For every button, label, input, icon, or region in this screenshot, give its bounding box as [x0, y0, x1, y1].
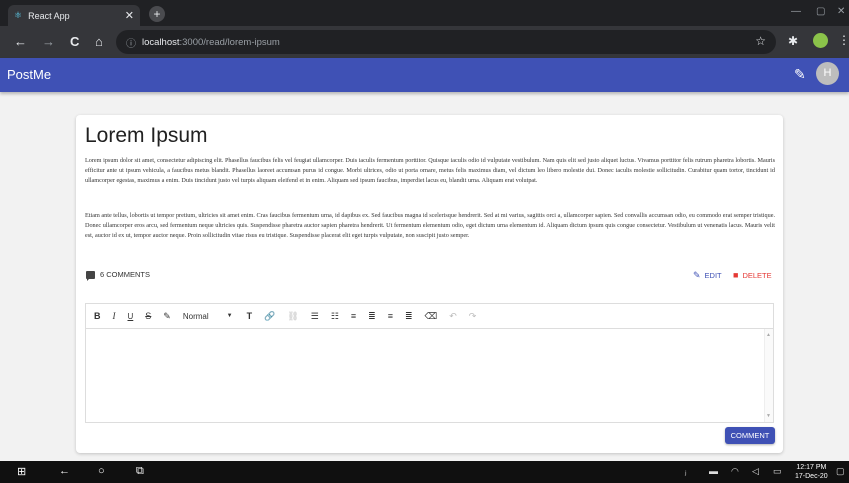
- maximize-icon[interactable]: ▢: [816, 6, 825, 17]
- notifications-icon[interactable]: ▢: [836, 466, 845, 477]
- people-icon[interactable]: ⱼ: [685, 466, 687, 477]
- browser-tab[interactable]: ⚛ React App ✕: [8, 5, 140, 26]
- comments-count-button[interactable]: 6 COMMENTS: [86, 270, 151, 281]
- text-color-icon[interactable]: ✎: [163, 311, 171, 322]
- post-title: Lorem Ipsum: [85, 124, 208, 147]
- scroll-up-icon[interactable]: ▲: [766, 332, 771, 338]
- trash-icon: ■: [733, 270, 739, 280]
- strikethrough-button[interactable]: S: [145, 311, 151, 321]
- block-format-value: Normal: [182, 311, 209, 321]
- edit-label: EDIT: [704, 271, 722, 280]
- react-logo-icon: ⚛: [14, 10, 23, 20]
- ordered-list-icon[interactable]: ☰: [311, 311, 319, 322]
- link-icon[interactable]: 🔗: [264, 311, 275, 322]
- chevron-down-icon: ▼: [226, 313, 233, 319]
- post-paragraph: Lorem ipsum dolor sit amet, consectetur …: [85, 157, 775, 184]
- align-left-icon[interactable]: ≡: [351, 311, 356, 321]
- create-post-pencil-icon[interactable]: ✎: [794, 66, 806, 83]
- back-icon[interactable]: ←: [14, 34, 27, 50]
- post-card: Lorem Ipsum Lorem ipsum dolor sit amet, …: [76, 115, 783, 453]
- window-close-icon[interactable]: ✕: [837, 6, 845, 17]
- clock-date: 17-Dec-20: [795, 473, 828, 480]
- comments-count-label: 6 COMMENTS: [100, 270, 151, 279]
- keyboard-icon[interactable]: ▭: [773, 466, 782, 477]
- volume-icon[interactable]: ◁: [752, 466, 759, 477]
- app-title[interactable]: PostMe: [7, 67, 51, 82]
- browser-tab-strip: ⚛ React App ✕ + — ▢ ✕: [0, 0, 849, 26]
- align-justify-icon[interactable]: ≣: [405, 311, 413, 322]
- extensions-icon[interactable]: ✱: [788, 34, 798, 48]
- undo-icon[interactable]: ↶: [449, 311, 457, 322]
- redo-icon[interactable]: ↷: [469, 311, 477, 322]
- url-host: localhost: [142, 36, 180, 48]
- submit-comment-button[interactable]: COMMENT: [725, 427, 775, 444]
- bold-button[interactable]: B: [94, 311, 101, 321]
- browser-menu-icon[interactable]: ⋮: [838, 33, 849, 47]
- pencil-icon: ✎: [693, 270, 701, 280]
- underline-button[interactable]: U: [128, 312, 134, 321]
- windows-start-icon[interactable]: ⊞: [17, 465, 26, 478]
- post-paragraph: Etiam ante tellus, lobortis ut tempor pr…: [85, 212, 775, 239]
- wifi-icon[interactable]: ◠: [731, 466, 739, 477]
- comment-text-area[interactable]: [86, 329, 773, 422]
- tab-close-icon[interactable]: ✕: [125, 9, 134, 22]
- delete-post-button[interactable]: ■ DELETE: [733, 270, 772, 280]
- editor-toolbar: B I U S ✎ Normal ▼ T 🔗 ⛓ ☰ ☷ ≡ ≣ ≡ ≣ ⌫ ↶…: [86, 304, 773, 329]
- scroll-down-icon[interactable]: ▼: [766, 413, 771, 419]
- search-icon[interactable]: ○: [98, 465, 105, 477]
- font-size-button[interactable]: T: [247, 311, 253, 321]
- editor-scrollbar[interactable]: ▲ ▼: [764, 329, 773, 422]
- new-tab-button[interactable]: +: [149, 6, 165, 22]
- edit-post-button[interactable]: ✎ EDIT: [693, 270, 722, 281]
- taskbar-back-icon[interactable]: ←: [59, 465, 70, 477]
- comment-icon: [86, 270, 95, 281]
- app-bar: PostMe ✎ H: [0, 58, 849, 92]
- minimize-icon[interactable]: —: [791, 6, 801, 17]
- align-center-icon[interactable]: ≣: [368, 311, 376, 322]
- browser-address-bar: ← → C ⌂ ⓘ localhost :3000/read/lorem-ips…: [0, 26, 849, 58]
- clear-format-icon[interactable]: ⌫: [425, 311, 438, 322]
- tab-title: React App: [28, 10, 70, 21]
- battery-icon[interactable]: ▬: [709, 466, 718, 476]
- align-right-icon[interactable]: ≡: [388, 311, 393, 321]
- unlink-icon[interactable]: ⛓: [287, 311, 298, 322]
- block-format-select[interactable]: Normal ▼: [183, 312, 233, 321]
- task-view-icon[interactable]: ⧉: [136, 465, 144, 478]
- bullet-list-icon[interactable]: ☷: [331, 311, 339, 322]
- forward-icon[interactable]: →: [42, 34, 55, 50]
- italic-button[interactable]: I: [113, 311, 116, 321]
- clock-time: 12:17 PM: [796, 464, 827, 471]
- delete-label: DELETE: [742, 270, 772, 280]
- user-avatar[interactable]: H: [816, 62, 839, 85]
- url-input[interactable]: ⓘ localhost :3000/read/lorem-ipsum ☆: [116, 30, 776, 54]
- info-icon[interactable]: ⓘ: [126, 35, 136, 50]
- os-taskbar: ⊞ ← ○ ⧉ ⱼ ▬ ◠ ◁ ▭ 12:17 PM 17-Dec-20 ▢: [0, 461, 849, 483]
- home-icon[interactable]: ⌂: [95, 34, 103, 50]
- url-path: :3000/read/lorem-ipsum: [179, 36, 280, 48]
- browser-profile-avatar[interactable]: [813, 33, 828, 48]
- bookmark-star-icon[interactable]: ☆: [755, 34, 766, 48]
- system-clock[interactable]: 12:17 PM 17-Dec-20: [795, 463, 828, 481]
- comment-editor: B I U S ✎ Normal ▼ T 🔗 ⛓ ☰ ☷ ≡ ≣ ≡ ≣ ⌫ ↶…: [85, 303, 774, 423]
- reload-icon[interactable]: C: [70, 34, 79, 50]
